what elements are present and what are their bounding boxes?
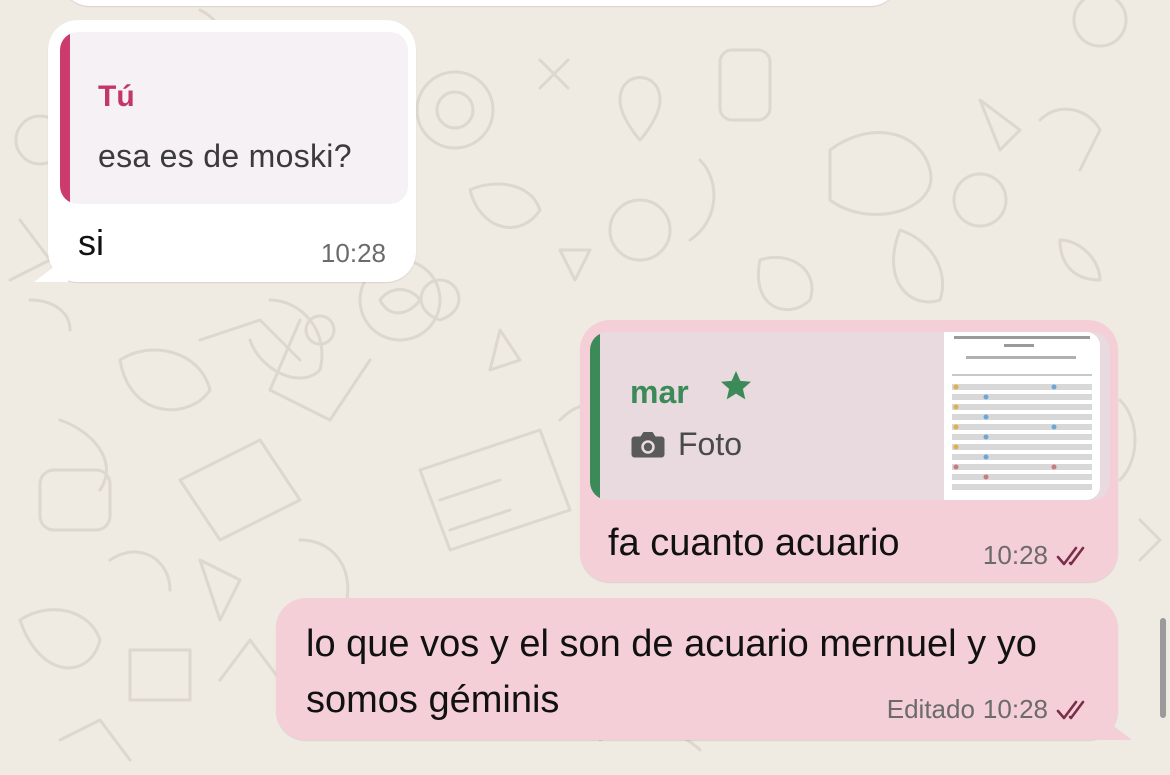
star-icon (721, 371, 751, 400)
incoming-message-bubble[interactable]: Tú esa es de moski? si 10:28 (48, 20, 416, 282)
outgoing-message-bubble[interactable]: mar Foto fa cuanto acuario 10:28 (580, 320, 1118, 582)
quote-author: Tú (98, 80, 135, 113)
quoted-message[interactable]: Tú esa es de moski? (60, 32, 408, 204)
previous-message-bubble[interactable] (60, 0, 900, 6)
message-text: si (78, 222, 104, 263)
double-check-icon (1056, 700, 1085, 719)
photo-thumbnail[interactable] (944, 332, 1100, 500)
quoted-photo-message[interactable]: mar Foto (590, 332, 1110, 500)
edited-label: Editado (886, 694, 975, 724)
message-time: 10:28 (982, 694, 1048, 724)
message-meta: Editado 10:28 (887, 694, 1092, 725)
message-time: 10:28 (982, 540, 1048, 570)
camera-icon (631, 432, 665, 458)
message-time: 10:28 (320, 238, 386, 268)
message-text: fa cuanto acuario (608, 522, 900, 564)
quote-accent-bar (590, 332, 600, 500)
message-meta: 10:28 (983, 540, 1092, 571)
scroll-indicator[interactable] (1160, 618, 1166, 718)
quote-author: mar (630, 374, 689, 410)
quote-media-label: Foto (678, 426, 743, 462)
quote-text: esa es de moski? (98, 138, 352, 174)
photo-thumbnail-image (944, 332, 1100, 500)
outgoing-message-bubble[interactable]: lo que vos y el son de acuario mernuel y… (276, 598, 1118, 740)
quote-accent-bar (60, 32, 70, 204)
double-check-icon (1056, 546, 1085, 565)
